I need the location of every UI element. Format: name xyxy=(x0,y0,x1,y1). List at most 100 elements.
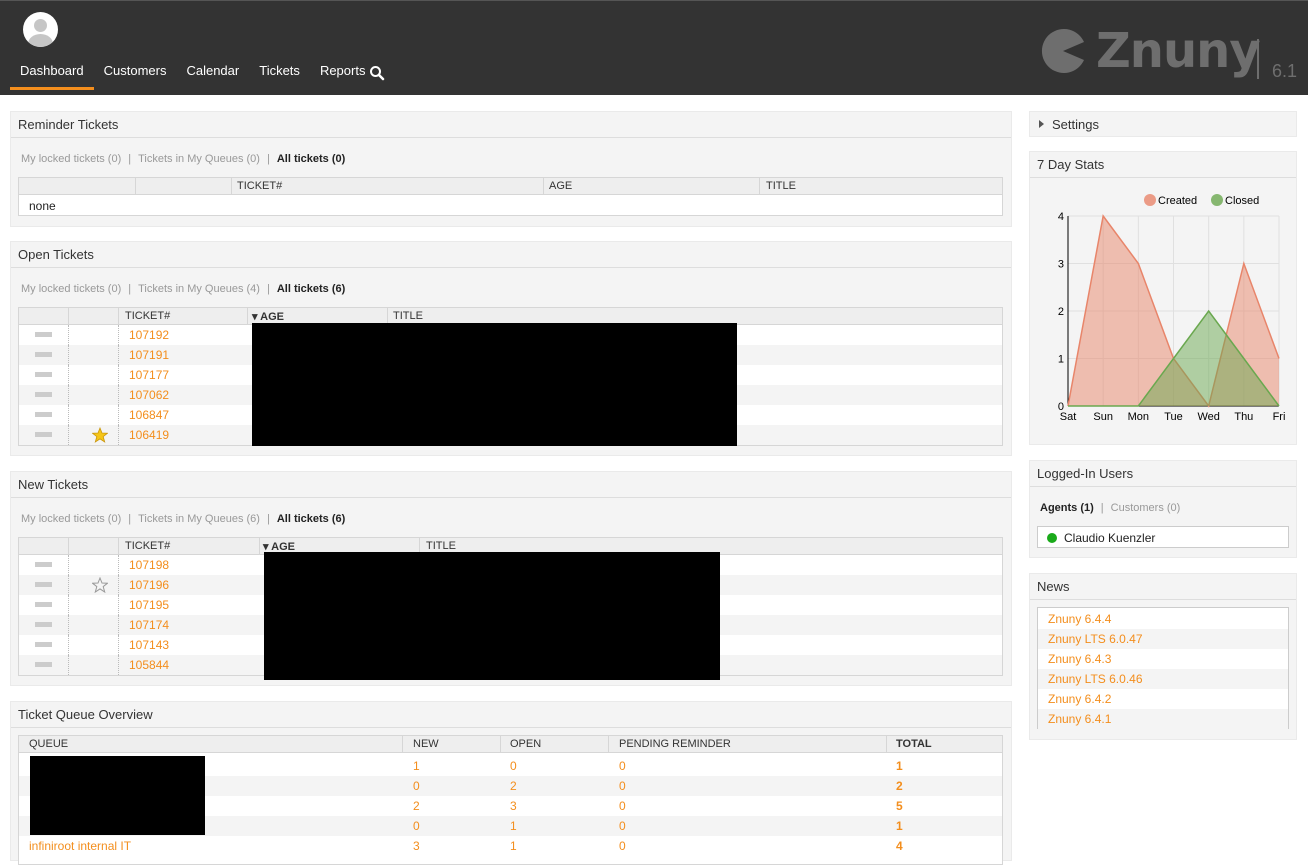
table-row[interactable]: infiniroot internal IT 3 1 0 4 xyxy=(19,836,1002,856)
filter-my-queues[interactable]: Tickets in My Queues (6) xyxy=(138,513,260,525)
cell-total[interactable]: 5 xyxy=(896,799,903,813)
list-item[interactable]: Znuny 6.4.2 xyxy=(1038,689,1288,709)
cell-total[interactable]: 1 xyxy=(896,819,903,833)
ticket-number[interactable]: 107191 xyxy=(129,348,169,362)
settings-toggle[interactable]: Settings xyxy=(1030,112,1296,138)
ticket-number[interactable]: 107195 xyxy=(129,598,169,612)
filter-customers[interactable]: Customers (0) xyxy=(1111,502,1181,514)
col-open[interactable]: OPEN xyxy=(510,738,541,750)
filter-my-locked[interactable]: My locked tickets (0) xyxy=(21,513,121,525)
ticket-number[interactable]: 107143 xyxy=(129,638,169,652)
list-item[interactable]: Znuny 6.4.3 xyxy=(1038,649,1288,669)
cell-pending[interactable]: 0 xyxy=(619,819,626,833)
cell-pending[interactable]: 0 xyxy=(619,759,626,773)
col-title[interactable]: TITLE xyxy=(766,180,796,192)
col-pending-reminder[interactable]: PENDING REMINDER xyxy=(619,738,731,750)
cell-new[interactable]: 3 xyxy=(413,839,420,853)
ticket-number[interactable]: 107062 xyxy=(129,388,169,402)
cell-queue[interactable]: infiniroot internal IT xyxy=(29,839,131,853)
list-item[interactable]: Znuny LTS 6.0.47 xyxy=(1038,629,1288,649)
ticket-table: TICKET# ▾ AGE TITLE 107192 107191 107177… xyxy=(18,307,1003,446)
cell-open[interactable]: 0 xyxy=(510,759,517,773)
priority-icon xyxy=(35,352,52,357)
star-outline-icon[interactable] xyxy=(92,577,108,593)
news-link[interactable]: Znuny LTS 6.0.46 xyxy=(1048,672,1143,686)
list-item[interactable]: Znuny LTS 6.0.46 xyxy=(1038,669,1288,689)
news-link[interactable]: Znuny 6.4.1 xyxy=(1048,712,1111,726)
ticket-number[interactable]: 106419 xyxy=(129,428,169,442)
filter-my-queues[interactable]: Tickets in My Queues (4) xyxy=(138,283,260,295)
filter-my-locked[interactable]: My locked tickets (0) xyxy=(21,153,121,165)
x-tick-label: Mon xyxy=(1128,411,1149,423)
main-nav: Dashboard Customers Calendar Tickets Rep… xyxy=(10,59,375,91)
x-tick-label: Wed xyxy=(1197,411,1219,423)
news-link[interactable]: Znuny 6.4.2 xyxy=(1048,692,1111,706)
filter-my-queues[interactable]: Tickets in My Queues (0) xyxy=(138,153,260,165)
avatar-body xyxy=(28,34,53,47)
cell-new[interactable]: 2 xyxy=(413,799,420,813)
search-icon[interactable] xyxy=(369,65,385,81)
cell-total[interactable]: 4 xyxy=(896,839,903,853)
col-new[interactable]: NEW xyxy=(413,738,439,750)
nav-calendar[interactable]: Calendar xyxy=(176,59,249,90)
user-name: Claudio Kuenzler xyxy=(1064,531,1156,545)
cell-new[interactable]: 0 xyxy=(413,779,420,793)
filter-all[interactable]: All tickets (6) xyxy=(277,513,345,525)
cell-pending[interactable]: 0 xyxy=(619,839,626,853)
stats-chart: 01234Sat Sun Mon Tue Wed Thu FriCreated Closed xyxy=(1058,194,1286,423)
cell-total[interactable]: 1 xyxy=(896,759,903,773)
cell-open[interactable]: 1 xyxy=(510,819,517,833)
ticket-number[interactable]: 107196 xyxy=(129,578,169,592)
col-ticket[interactable]: TICKET# xyxy=(125,540,170,552)
widget-title: New Tickets xyxy=(11,472,1011,498)
legend-label: Created xyxy=(1158,195,1197,207)
col-queue[interactable]: QUEUE xyxy=(29,738,68,750)
cell-pending[interactable]: 0 xyxy=(619,779,626,793)
cell-open[interactable]: 2 xyxy=(510,779,517,793)
y-tick-label: 1 xyxy=(1058,354,1064,366)
filter-all[interactable]: All tickets (6) xyxy=(277,283,345,295)
cell-open[interactable]: 3 xyxy=(510,799,517,813)
list-item[interactable]: Znuny 6.4.4 xyxy=(1038,609,1288,629)
cell-open[interactable]: 1 xyxy=(510,839,517,853)
filter-all[interactable]: All tickets (0) xyxy=(277,153,345,165)
priority-icon xyxy=(35,332,52,337)
ticket-number[interactable]: 105844 xyxy=(129,658,169,672)
news-link[interactable]: Znuny 6.4.3 xyxy=(1048,652,1111,666)
col-age[interactable]: AGE xyxy=(549,180,572,192)
avatar-head xyxy=(34,19,47,32)
pacman-logo-icon xyxy=(1041,28,1084,73)
ticket-number[interactable]: 107198 xyxy=(129,558,169,572)
cell-total[interactable]: 2 xyxy=(896,779,903,793)
ticket-number[interactable]: 107174 xyxy=(129,618,169,632)
cell-new[interactable]: 0 xyxy=(413,819,420,833)
user-entry[interactable]: Claudio Kuenzler xyxy=(1037,526,1289,548)
col-ticket[interactable]: TICKET# xyxy=(237,180,282,192)
news-link[interactable]: Znuny LTS 6.0.47 xyxy=(1048,632,1143,646)
cell-new[interactable]: 1 xyxy=(413,759,420,773)
col-title[interactable]: TITLE xyxy=(393,310,423,322)
nav-customers[interactable]: Customers xyxy=(94,59,177,90)
news-link[interactable]: Znuny 6.4.4 xyxy=(1048,612,1111,626)
col-total[interactable]: TOTAL xyxy=(896,738,932,750)
filter-agents[interactable]: Agents (1) xyxy=(1040,502,1094,514)
cell-pending[interactable]: 0 xyxy=(619,799,626,813)
ticket-number[interactable]: 107192 xyxy=(129,328,169,342)
settings-widget[interactable]: Settings xyxy=(1029,111,1297,137)
priority-icon xyxy=(35,562,52,567)
col-age[interactable]: ▾ AGE xyxy=(252,310,284,323)
nav-reports[interactable]: Reports xyxy=(310,59,376,90)
list-item[interactable]: Znuny 6.4.1 xyxy=(1038,709,1288,729)
nav-dashboard[interactable]: Dashboard xyxy=(10,59,94,90)
filter-my-locked[interactable]: My locked tickets (0) xyxy=(21,283,121,295)
online-status-icon xyxy=(1047,533,1057,543)
star-filled-icon[interactable] xyxy=(92,427,108,443)
col-ticket[interactable]: TICKET# xyxy=(125,310,170,322)
nav-tickets[interactable]: Tickets xyxy=(249,59,310,90)
priority-icon xyxy=(35,392,52,397)
ticket-number[interactable]: 107177 xyxy=(129,368,169,382)
col-title[interactable]: TITLE xyxy=(426,540,456,552)
user-avatar[interactable] xyxy=(23,12,58,47)
ticket-number[interactable]: 106847 xyxy=(129,408,169,422)
x-tick-label: Fri xyxy=(1273,411,1286,423)
